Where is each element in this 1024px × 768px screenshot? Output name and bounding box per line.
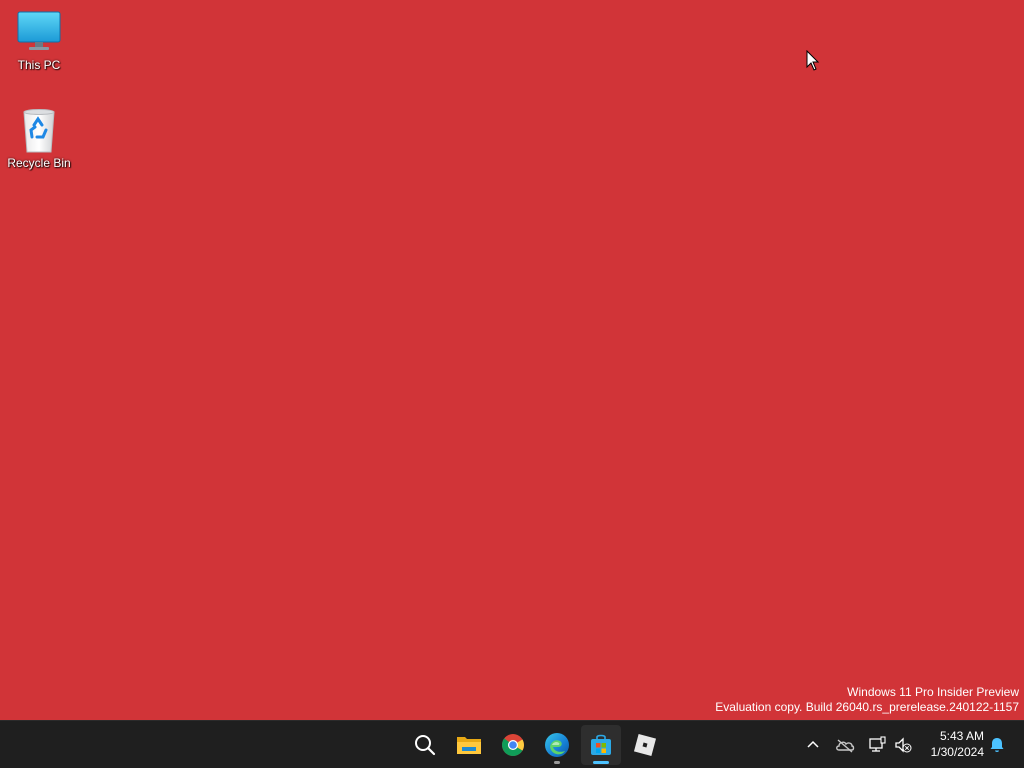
clock-date: 1/30/2024 [930,745,984,759]
monitor-icon [17,11,61,50]
search-icon [415,735,436,756]
taskbar-file-explorer-button[interactable] [449,725,489,765]
chrome-icon [502,734,524,756]
evaluation-watermark: Windows 11 Pro Insider Preview Evaluatio… [715,685,1019,715]
store-icon [591,734,611,755]
taskbar-roblox-button[interactable] [625,725,665,765]
desktop-icon-recycle-bin[interactable]: Recycle Bin [1,106,77,171]
bell-icon [990,738,1004,752]
running-indicator [554,761,560,764]
taskbar-search-button[interactable] [405,725,445,765]
roblox-icon [633,733,657,757]
desktop-icon-this-pc[interactable]: This PC [1,8,77,73]
notification-center-button[interactable] [985,733,1009,757]
desktop-icon-label: This PC [17,58,61,72]
folder-icon [457,737,481,754]
watermark-line-1: Windows 11 Pro Insider Preview [847,685,1019,699]
taskbar-edge-button[interactable] [537,725,577,765]
onedrive-icon [836,739,855,753]
network-icon [869,736,886,752]
desktop-icon-label: Recycle Bin [7,156,71,170]
focused-indicator [593,761,609,764]
taskbar-chrome-button[interactable] [493,725,533,765]
chevron-up-icon [807,740,819,748]
volume-muted-icon [895,737,912,753]
tray-onedrive-button[interactable] [833,733,857,757]
tray-network-button[interactable] [865,733,889,757]
desktop[interactable]: This PC Recycle Bin Windows 11 Pro Insid… [0,0,1024,720]
watermark-line-2: Evaluation copy. Build 26040.rs_prerelea… [715,700,1019,714]
tray-overflow-button[interactable] [801,733,825,757]
taskbar-clock[interactable]: 5:43 AM 1/30/2024 [918,728,984,760]
recycle-bin-icon [23,109,55,153]
taskbar: 5:43 AM 1/30/2024 [0,720,1024,768]
tray-volume-button[interactable] [891,733,915,757]
mouse-cursor-icon [806,50,820,71]
taskbar-store-button[interactable] [581,725,621,765]
clock-time: 5:43 AM [939,729,984,743]
edge-icon [545,733,569,757]
